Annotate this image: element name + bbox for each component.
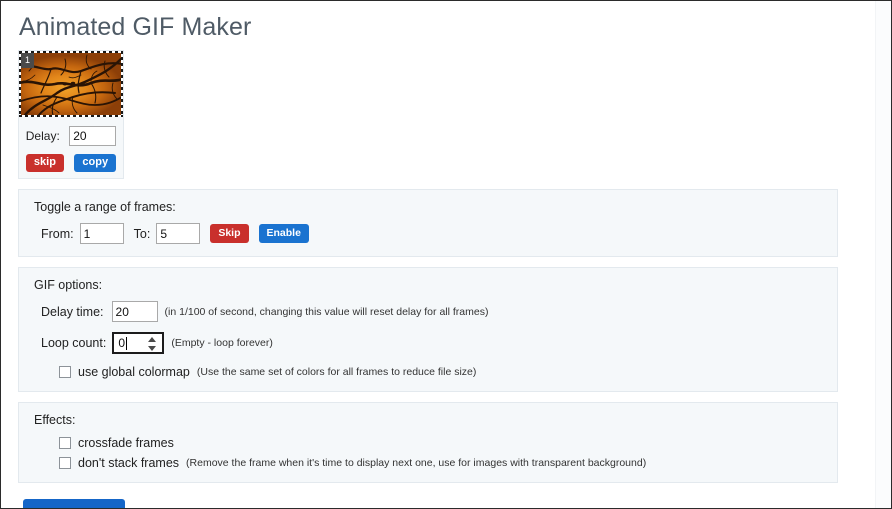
frame-delay-row: Delay: xyxy=(19,117,123,146)
toggle-range-panel: Toggle a range of frames: From: To: Skip… xyxy=(18,189,838,257)
dont-stack-checkbox[interactable] xyxy=(59,457,71,469)
effects-title: Effects: xyxy=(34,413,76,427)
page-title: Animated GIF Maker xyxy=(19,13,252,41)
frame-image xyxy=(21,53,121,115)
loop-count-label: Loop count: xyxy=(41,336,107,350)
dont-stack-row: don't stack frames (Remove the frame whe… xyxy=(19,456,837,470)
frame-card: 1 Delay: 20 skip copy xyxy=(18,50,124,179)
delay-time-label: Delay time: xyxy=(41,304,104,319)
toggle-range-title: Toggle a range of frames: xyxy=(34,200,176,214)
to-input[interactable] xyxy=(156,223,201,244)
frame-buttons: skip copy xyxy=(19,146,123,172)
frame-delay-input[interactable] xyxy=(69,126,117,146)
range-skip-button[interactable]: Skip xyxy=(210,223,249,244)
frame-delay-label: Delay: xyxy=(25,129,60,143)
dont-stack-hint: (Remove the frame when it's time to disp… xyxy=(186,457,647,469)
text-caret xyxy=(126,337,128,350)
submit-area: Make a GIF! xyxy=(1,483,874,508)
loop-count-input[interactable]: 0 xyxy=(112,332,165,354)
global-colormap-hint: (Use the same set of colors for all fram… xyxy=(196,366,477,378)
loop-count-row: Loop count: 0 (Empty - loop forever) xyxy=(19,332,837,354)
delay-time-row: Delay time: (in 1/100 of second, changin… xyxy=(19,301,837,322)
frame-thumbnail[interactable]: 1 xyxy=(19,51,123,117)
frame-copy-button[interactable]: copy xyxy=(74,154,117,172)
global-colormap-checkbox[interactable] xyxy=(59,366,71,378)
page-content: Animated GIF Maker 1 Delay: 20 skip copy… xyxy=(1,1,874,508)
global-colormap-row: use global colormap (Use the same set of… xyxy=(19,365,837,379)
delay-time-hint: (in 1/100 of second, changing this value… xyxy=(164,305,489,318)
loop-count-value: 0 xyxy=(118,336,126,350)
gif-options-panel: GIF options: Delay time: (in 1/100 of se… xyxy=(18,267,838,392)
crossfade-label: crossfade frames xyxy=(78,436,174,450)
frame-number-badge: 1 xyxy=(21,53,34,68)
from-input[interactable] xyxy=(79,223,124,244)
from-label: From: xyxy=(41,226,74,241)
spinner-arrows-icon[interactable] xyxy=(148,337,157,351)
crossfade-checkbox[interactable] xyxy=(59,437,71,449)
to-label: To: xyxy=(133,226,151,241)
toggle-range-row: From: To: Skip Enable xyxy=(19,223,837,244)
delay-time-input[interactable] xyxy=(111,301,158,322)
loop-count-hint: (Empty - loop forever) xyxy=(171,337,273,349)
frame-skip-button[interactable]: skip xyxy=(25,154,64,172)
range-enable-button[interactable]: Enable xyxy=(258,223,309,244)
browser-window: Animated GIF Maker 1 Delay: 20 skip copy… xyxy=(0,0,892,509)
gif-options-title: GIF options: xyxy=(34,278,103,292)
frames-strip: 1 Delay: 20 skip copy xyxy=(1,42,874,179)
global-colormap-label: use global colormap xyxy=(78,365,190,379)
vertical-scrollbar[interactable] xyxy=(875,1,891,508)
effects-panel: Effects: crossfade frames don't stack fr… xyxy=(18,402,838,483)
dont-stack-label: don't stack frames xyxy=(78,456,180,470)
make-gif-button[interactable]: Make a GIF! xyxy=(23,499,125,508)
crossfade-row: crossfade frames xyxy=(19,436,837,450)
